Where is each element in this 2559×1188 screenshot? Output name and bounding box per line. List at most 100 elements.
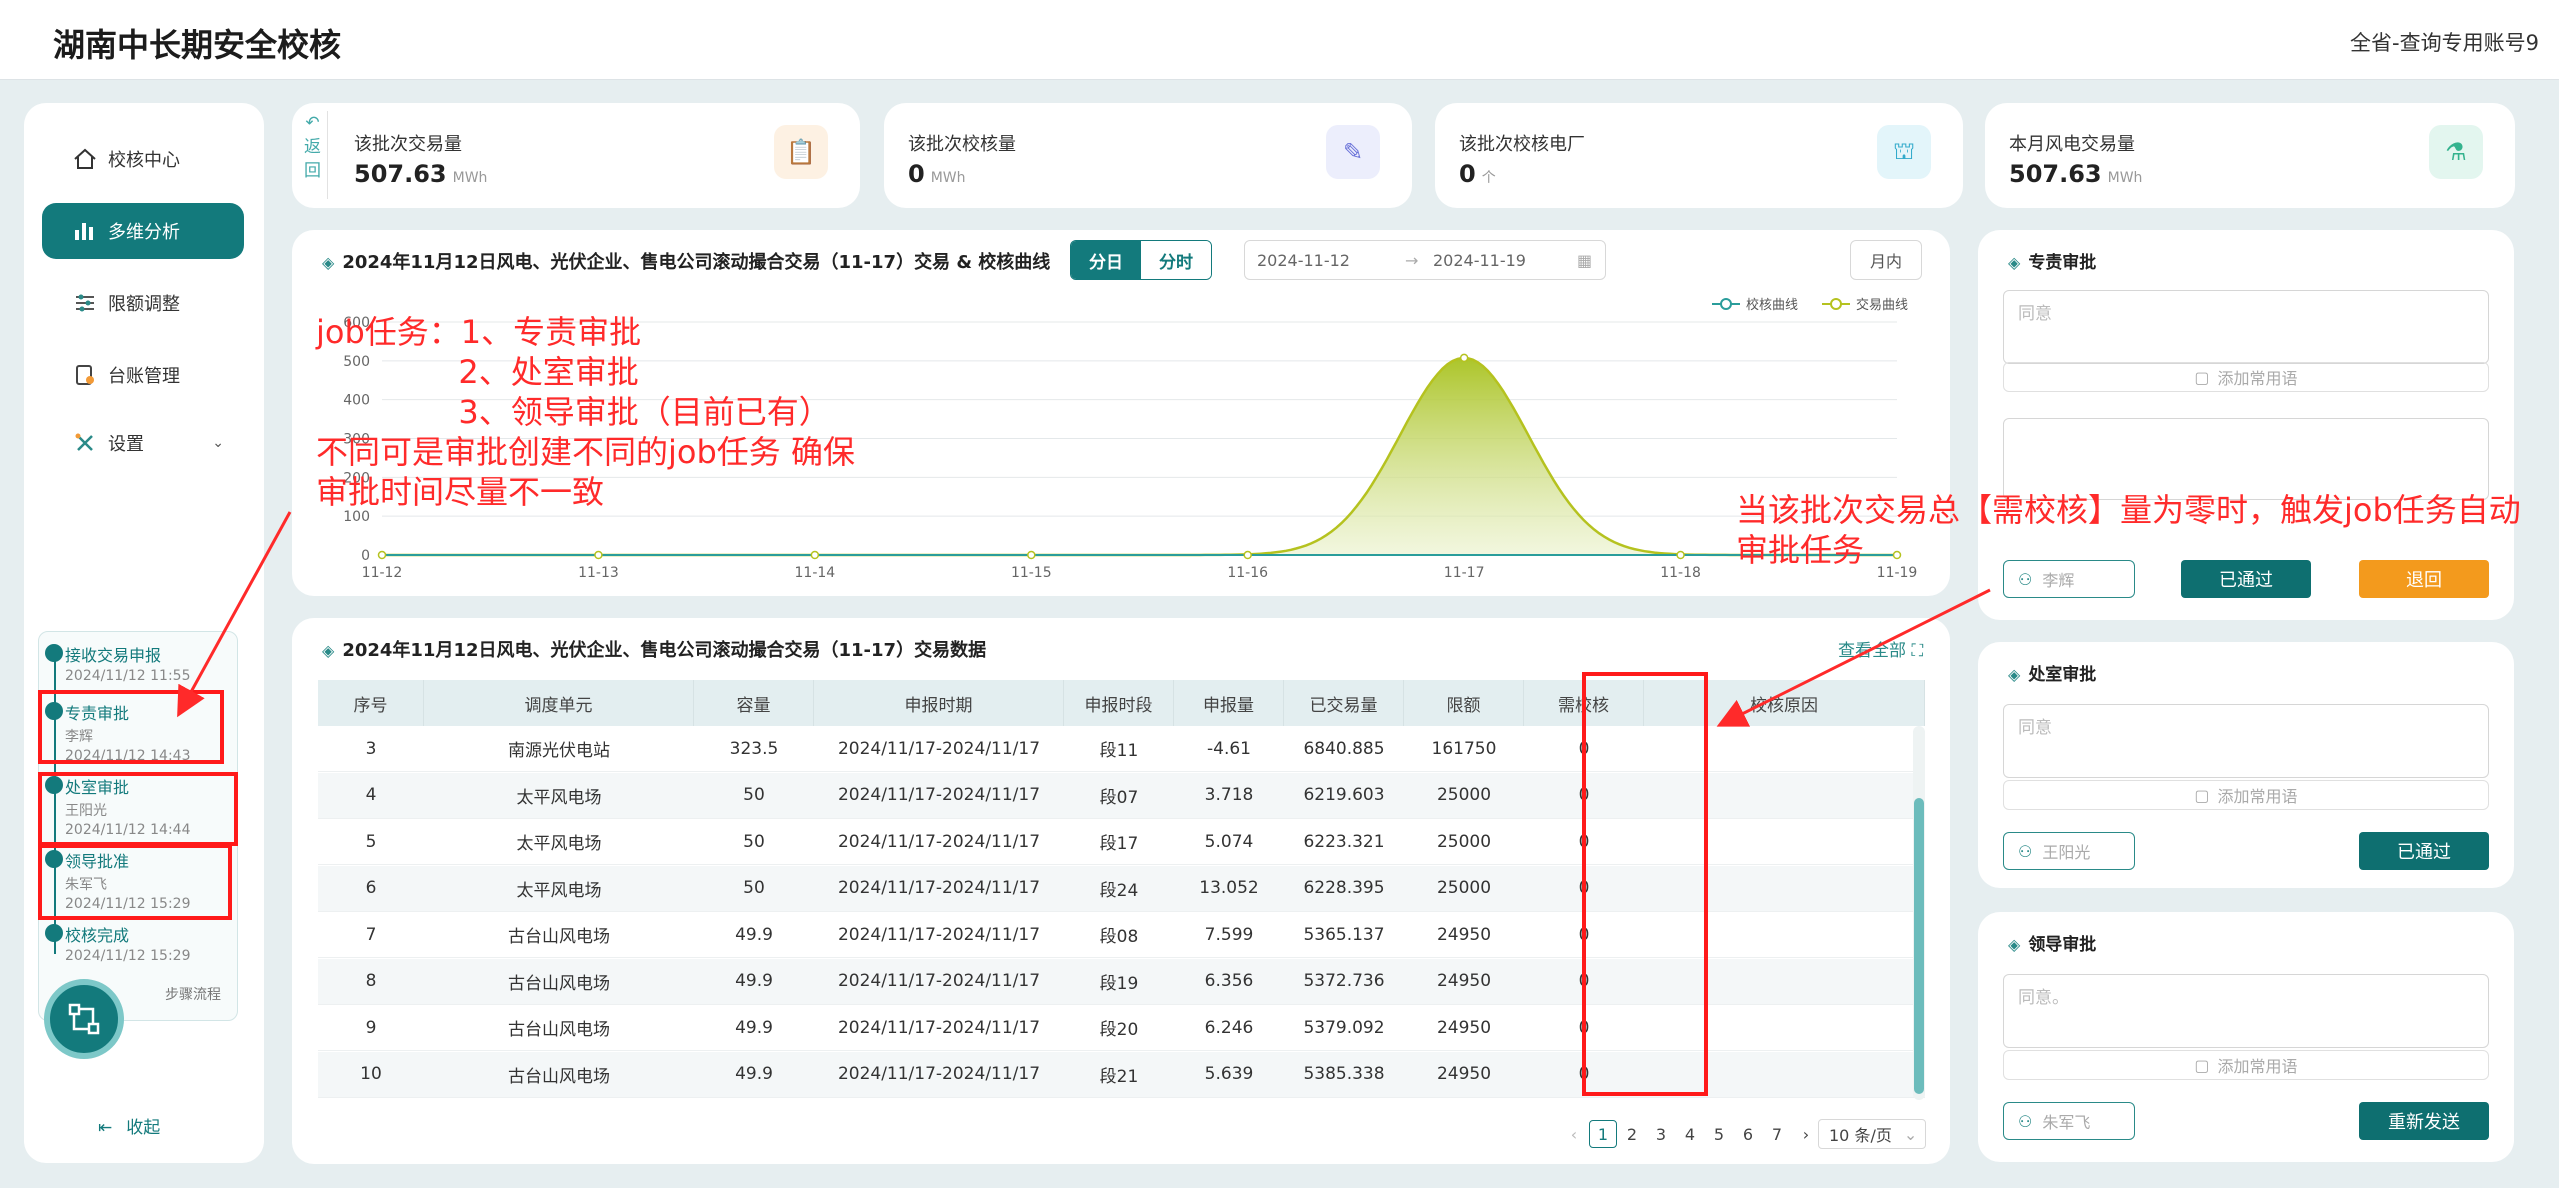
date-arrow: → bbox=[1405, 251, 1419, 270]
approver-field[interactable]: ⚇ 王阳光 bbox=[2003, 832, 2135, 870]
sidebar-item-check-center[interactable]: 校核中心 bbox=[42, 131, 244, 187]
prev-page-icon[interactable]: ‹ bbox=[1560, 1120, 1588, 1148]
table-cell: 古台山风电场 bbox=[508, 1066, 610, 1087]
table-cell: 太平风电场 bbox=[516, 880, 602, 901]
x-tick-label: 11-12 bbox=[362, 565, 403, 581]
approver-field[interactable]: ⚇ 朱军飞 bbox=[2003, 1102, 2135, 1140]
seg-day[interactable]: 分日 bbox=[1071, 241, 1141, 279]
approved-button[interactable]: 已通过 bbox=[2359, 832, 2489, 870]
sidebar-item-label: 限额调整 bbox=[108, 294, 180, 315]
column-header: 序号 bbox=[318, 680, 424, 726]
sidebar-item-limit-adjust[interactable]: 限额调整 bbox=[42, 275, 244, 331]
table-cell: 24950 bbox=[1436, 924, 1492, 945]
highlight-need-check-column bbox=[1582, 672, 1708, 1096]
table-cell: 50 bbox=[743, 878, 765, 898]
stat-card-trade-volume: ↶ 返回 该批次交易量 507.63 MWh 📋 bbox=[292, 103, 860, 208]
table-cell: 2024/11/17-2024/11/17 bbox=[837, 785, 1041, 805]
stat-card-check-plants: 该批次校核电厂 0个 ⛫ bbox=[1435, 103, 1963, 208]
opinion-textarea[interactable]: 同意 bbox=[2003, 704, 2489, 778]
trade-point bbox=[377, 550, 387, 560]
page-number[interactable]: 7 bbox=[1763, 1120, 1791, 1148]
table-cell: 323.5 bbox=[729, 738, 779, 759]
table-scrollbar[interactable] bbox=[1913, 726, 1925, 1100]
highlight-step-office bbox=[38, 772, 238, 846]
annotation-auto-trigger: 当该批次交易总【需校核】量为零时，触发job任务自动 审批任务 bbox=[1736, 491, 2521, 569]
table-cell: 古台山风电场 bbox=[508, 1020, 610, 1040]
x-tick-label: 11-18 bbox=[1660, 565, 1701, 581]
table-cell: 7.599 bbox=[1204, 924, 1254, 945]
collapse-button[interactable]: ⇤ 收起 bbox=[98, 1113, 160, 1138]
opinion-textarea[interactable]: 同意。 bbox=[2003, 974, 2489, 1048]
page-number[interactable]: 2 bbox=[1618, 1120, 1646, 1148]
sidebar-item-ledger[interactable]: 台账管理 bbox=[42, 347, 244, 403]
month-button[interactable]: 月内 bbox=[1850, 240, 1922, 280]
table-cell: 2024/11/17-2024/11/17 bbox=[837, 738, 1041, 759]
page-size-select[interactable]: 10 条/页 ⌄ bbox=[1818, 1119, 1926, 1149]
page-number[interactable]: 4 bbox=[1676, 1120, 1704, 1148]
table-cell: 段11 bbox=[1099, 741, 1139, 761]
ledger-icon bbox=[68, 364, 102, 386]
table-cell: 段21 bbox=[1099, 1066, 1139, 1087]
page-number[interactable]: 5 bbox=[1705, 1120, 1733, 1148]
step-dot bbox=[45, 644, 63, 662]
page-number[interactable]: 3 bbox=[1647, 1120, 1675, 1148]
table-cell: 5 bbox=[365, 831, 377, 852]
add-phrase-button[interactable]: ▢ 添加常用语 bbox=[2003, 780, 2489, 810]
column-header: 申报时期 bbox=[814, 680, 1064, 726]
date-range-picker[interactable]: 2024-11-12 → 2024-11-19 ▦ bbox=[1244, 240, 1606, 280]
page-number[interactable]: 6 bbox=[1734, 1120, 1762, 1148]
sliders-icon bbox=[68, 292, 102, 314]
add-phrase-button[interactable]: ▢ 添加常用语 bbox=[2003, 362, 2489, 392]
add-phrase-button[interactable]: ▢ 添加常用语 bbox=[2003, 1050, 2489, 1080]
diamond-icon: ◈ bbox=[322, 641, 335, 660]
step-title: 接收交易申报 bbox=[65, 646, 162, 665]
flow-button[interactable] bbox=[44, 979, 124, 1059]
sidebar-item-label: 多维分析 bbox=[108, 222, 180, 243]
sidebar: 校核中心 多维分析 限额调整 台账管理 设置 ⌄ 接收交易申报 2024/11/… bbox=[24, 103, 264, 1163]
seg-hour[interactable]: 分时 bbox=[1141, 241, 1211, 279]
phrase-icon: ▢ bbox=[2194, 367, 2210, 387]
table-cell: 6228.395 bbox=[1303, 878, 1385, 898]
approval-card-office: ◈ 处室审批 同意 ▢ 添加常用语 ⚇ 王阳光 已通过 bbox=[1978, 642, 2514, 888]
table-cell: 4 bbox=[365, 785, 377, 805]
diamond-icon: ◈ bbox=[2008, 253, 2021, 272]
resend-button[interactable]: 重新发送 bbox=[2359, 1102, 2489, 1140]
x-tick-label: 11-17 bbox=[1444, 565, 1485, 581]
table-cell: 2024/11/17-2024/11/17 bbox=[837, 831, 1041, 852]
view-all-link[interactable]: 查看全部 ⛶ bbox=[1838, 636, 1923, 661]
opinion-textarea[interactable]: 同意 bbox=[2003, 290, 2489, 364]
table-cell: 5372.736 bbox=[1303, 971, 1385, 991]
sidebar-item-settings[interactable]: 设置 ⌄ bbox=[42, 415, 244, 471]
user-icon: ⚇ bbox=[2018, 569, 2033, 589]
phrase-icon: ▢ bbox=[2194, 785, 2210, 805]
stat-label: 该批次校核量 bbox=[908, 134, 1016, 155]
scroll-thumb[interactable] bbox=[1914, 798, 1924, 1094]
date-start[interactable]: 2024-11-12 bbox=[1257, 251, 1350, 270]
highlight-step-specialist bbox=[38, 690, 224, 764]
approval-card-leader: ◈ 领导审批 同意。 ▢ 添加常用语 ⚇ 朱军飞 重新发送 bbox=[1978, 912, 2514, 1162]
table-cell: 段17 bbox=[1099, 834, 1139, 854]
diamond-icon: ◈ bbox=[2008, 665, 2021, 684]
table-cell: 5379.092 bbox=[1303, 1017, 1385, 1038]
collapse-label: 收起 bbox=[126, 1118, 161, 1138]
date-end[interactable]: 2024-11-19 bbox=[1433, 251, 1526, 270]
diamond-icon: ◈ bbox=[322, 253, 335, 272]
column-header: 调度单元 bbox=[424, 680, 694, 726]
top-bar: 湖南中长期安全校核 全省-查询专用账号9 bbox=[0, 0, 2559, 80]
trade-point bbox=[1676, 550, 1685, 560]
table-cell: 南源光伏电站 bbox=[508, 741, 610, 761]
next-page-icon[interactable]: › bbox=[1792, 1120, 1820, 1148]
opinion-textarea-2[interactable] bbox=[2003, 418, 2489, 500]
table-cell: 5.074 bbox=[1204, 831, 1254, 852]
table-cell: 50 bbox=[743, 785, 765, 805]
page-number[interactable]: 1 bbox=[1589, 1120, 1617, 1148]
plant-icon: ⛫ bbox=[1877, 125, 1931, 179]
table-cell: 50 bbox=[743, 831, 765, 852]
table-cell: 9 bbox=[365, 1017, 377, 1038]
collapse-icon: ⇤ bbox=[98, 1118, 113, 1138]
sidebar-item-multi-analysis[interactable]: 多维分析 bbox=[42, 203, 244, 259]
stat-value: 507.63 MWh bbox=[2009, 160, 2143, 188]
account-name[interactable]: 全省-查询专用账号9 bbox=[2350, 27, 2539, 57]
back-button[interactable]: ↶ 返回 bbox=[298, 111, 328, 199]
legend-marker bbox=[1830, 298, 1842, 310]
